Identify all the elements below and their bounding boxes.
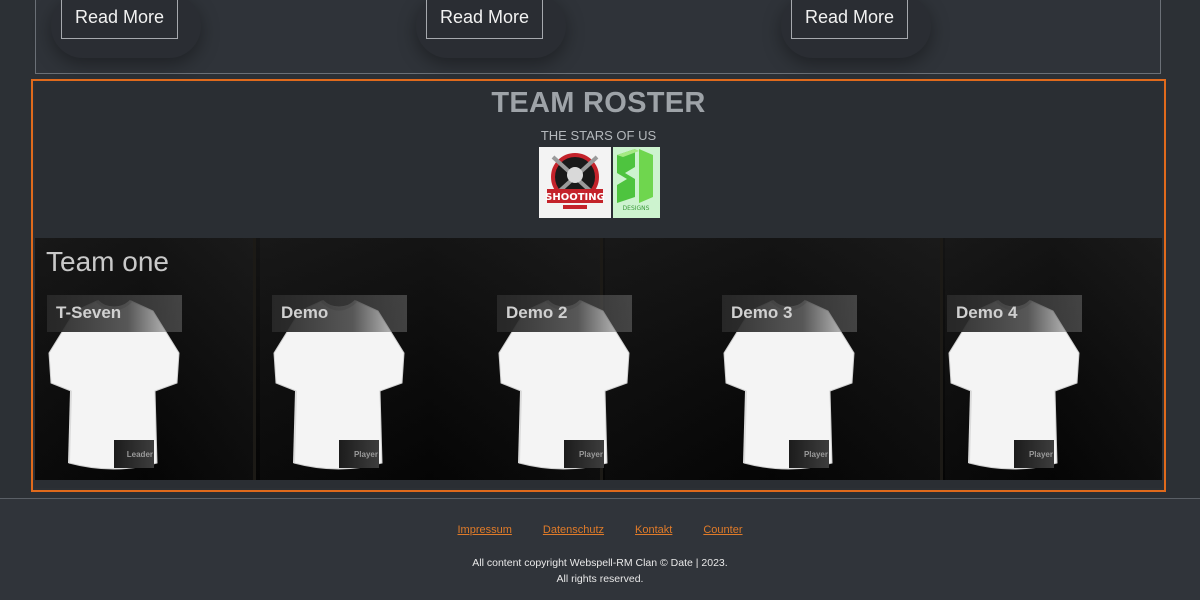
roster-title: TEAM ROSTER (491, 87, 706, 119)
role-badge: Player (564, 440, 604, 468)
role-badge: Player (789, 440, 829, 468)
player-name: Demo 3 (731, 303, 793, 322)
player-card[interactable]: Demo Player (272, 293, 407, 472)
read-more-button[interactable]: Read More (61, 0, 178, 39)
roster-subtitle: THE STARS OF US (540, 128, 657, 143)
player-name: Demo 2 (506, 303, 568, 322)
player-card[interactable]: Demo 4 Player (947, 293, 1082, 472)
shooting-logo[interactable]: SHOOTING (539, 147, 611, 218)
news-panel: Read More Read More Read More (35, 0, 1161, 74)
footer-link-kontakt[interactable]: Kontakt (635, 524, 672, 536)
player-card[interactable]: Demo 3 Player (722, 293, 857, 472)
copyright: All content copyright Webspell-RM Clan ©… (0, 555, 1200, 587)
team-section: Team one T-Seven Leader Demo Player Demo… (35, 238, 1162, 480)
roster-panel: TEAM ROSTER THE STARS OF US SHOOTING DES… (35, 83, 1162, 488)
footer-link-impressum[interactable]: Impressum (457, 524, 511, 536)
player-card[interactable]: Demo 2 Player (497, 293, 632, 472)
21-designs-logo[interactable]: DESIGNS (613, 147, 660, 218)
background-detail (253, 238, 256, 480)
footer-nav: Impressum Datenschutz Kontakt Counter (0, 524, 1200, 536)
footer-link-counter[interactable]: Counter (703, 524, 742, 536)
svg-text:SHOOTING: SHOOTING (545, 192, 605, 203)
role-badge: Leader (114, 440, 154, 468)
rights-line: All rights reserved. (556, 573, 644, 585)
background-detail (940, 238, 943, 480)
player-name: Demo 4 (956, 303, 1018, 322)
svg-text:DESIGNS: DESIGNS (623, 205, 650, 212)
read-more-button[interactable]: Read More (791, 0, 908, 39)
role-badge: Player (1014, 440, 1054, 468)
footer: Impressum Datenschutz Kontakt Counter Al… (0, 499, 1200, 600)
player-card[interactable]: T-Seven Leader (47, 293, 182, 472)
team-name: Team one (46, 246, 169, 277)
team-roster-module: TEAM ROSTER THE STARS OF US SHOOTING DES… (31, 79, 1166, 492)
copyright-line: All content copyright Webspell-RM Clan ©… (472, 557, 728, 569)
player-name: Demo (281, 303, 329, 322)
read-more-button[interactable]: Read More (426, 0, 543, 39)
player-name: T-Seven (56, 303, 122, 322)
footer-link-datenschutz[interactable]: Datenschutz (543, 524, 604, 536)
role-badge: Player (339, 440, 379, 468)
